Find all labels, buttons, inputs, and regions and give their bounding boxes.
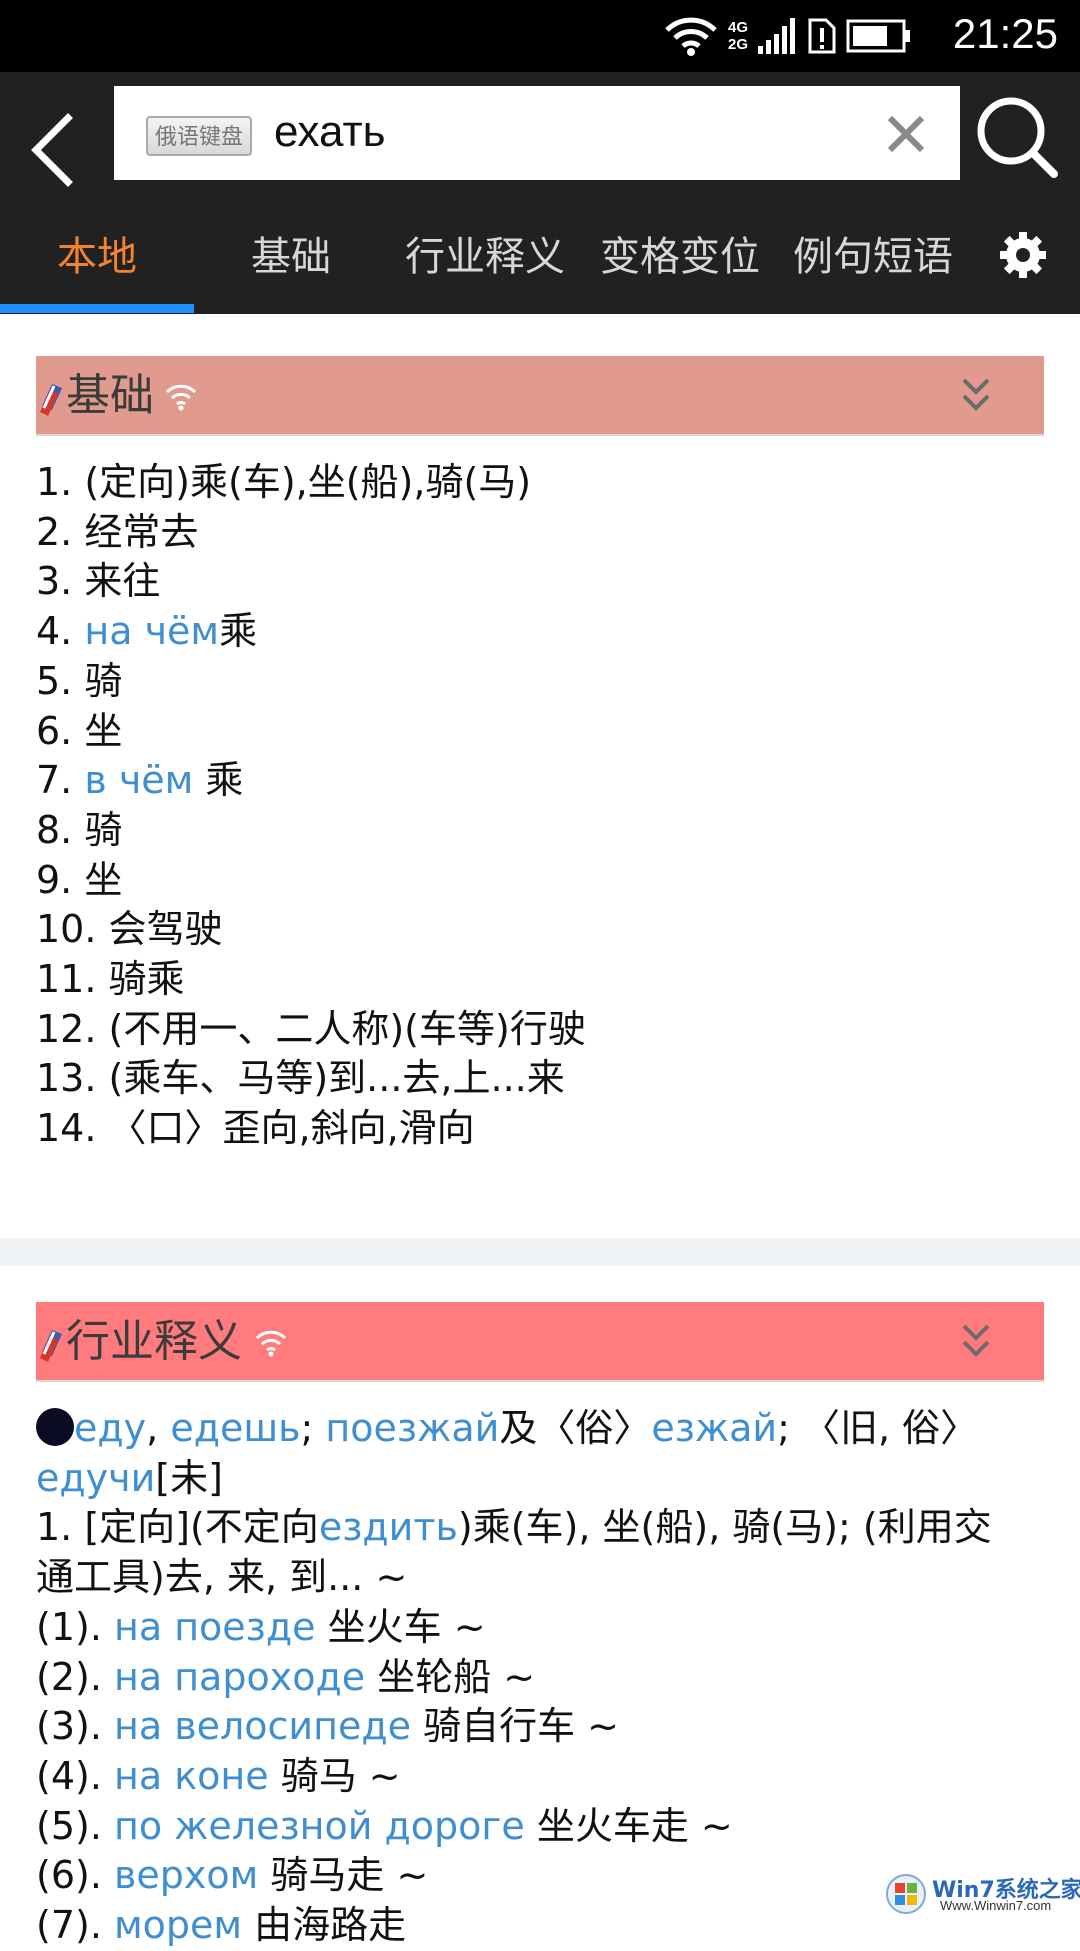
tab-examples[interactable]: 例句短语 <box>776 202 970 312</box>
definition-item: 2. 经常去 <box>36 509 199 554</box>
tab-bar: 本地 基础 行业释义 变格变位 例句短语 <box>0 202 1080 312</box>
online-wifi-icon <box>165 384 197 411</box>
example-item: (2). на пароходе 坐轮船 ~ <box>36 1654 536 1699</box>
definition-item: 7. в чём 乘 <box>36 758 244 803</box>
definition-item: 9. 坐 <box>36 857 123 902</box>
status-time: 21:25 <box>952 10 1058 57</box>
section-basic-title: 基础 <box>66 370 154 421</box>
back-button[interactable] <box>20 100 90 200</box>
russian-example-link[interactable]: верхом <box>114 1853 258 1897</box>
wifi-icon <box>665 17 717 56</box>
search-header: 俄语键盘 ехать 本地 基础 行业释义 变格变位 例句短语 <box>0 72 1080 314</box>
online-wifi-icon <box>255 1330 287 1357</box>
russian-example-link[interactable]: на поезде <box>114 1605 316 1649</box>
conjugation-forms-line: еду, едешь; поезжай及〈俗〉езжай; 〈旧, 俗〉 <box>36 1404 1044 1454</box>
dictionary-flag-icon <box>40 1330 62 1362</box>
definition-line: 1. [定向](不定向ездить)乘(车), 坐(船), 骑(马); (利用交 <box>36 1505 992 1550</box>
watermark-url: Www.Winwin7.com <box>940 1898 1052 1913</box>
back-arrow-icon <box>31 113 73 187</box>
definition-item: 5. 骑 <box>36 658 123 703</box>
search-box[interactable]: 俄语键盘 ехать <box>114 86 960 180</box>
battery-icon <box>846 19 911 53</box>
status-icons: 4G 2G <box>664 12 912 60</box>
basic-definition-list: 1. (定向)乘(车),坐(船),骑(马) 2. 经常去 3. 来往 4. на… <box>36 458 1044 1154</box>
definition-item: 13. (乘车、马等)到...去,上...来 <box>36 1056 565 1101</box>
search-button[interactable] <box>974 94 1060 180</box>
status-bar: 4G 2G 21:25 <box>0 0 1080 72</box>
section-divider <box>0 1238 1080 1266</box>
section-basic: 基础 1. (定向)乘(车),坐(船),骑(马) 2. 经常去 3. 来往 4.… <box>36 356 1044 1154</box>
section-industry: 行业释义 еду, едешь; поезжай及〈俗〉езжай; 〈旧, 俗… <box>36 1302 1044 1951</box>
russian-example-link[interactable]: на пароходе <box>114 1655 365 1699</box>
bullet-icon <box>36 1408 74 1446</box>
settings-button[interactable] <box>998 230 1048 280</box>
definition-item: 11. 骑乘 <box>36 957 185 1002</box>
russian-example-link[interactable]: на велосипеде <box>114 1704 411 1748</box>
russian-form-link[interactable]: поезжай <box>325 1406 499 1450</box>
clear-icon <box>887 115 925 153</box>
aspect-line: едучи[未] <box>36 1455 223 1500</box>
definition-item: 3. 来往 <box>36 559 161 604</box>
section-basic-header[interactable]: 基础 <box>36 356 1044 436</box>
industry-definition: еду, едешь; поезжай及〈俗〉езжай; 〈旧, 俗〉 еду… <box>36 1404 1044 1951</box>
watermark: Win7系统之家 Www.Winwin7.com <box>880 1870 1080 1920</box>
definition-item: 10. 会驾驶 <box>36 907 223 952</box>
windows-logo-icon <box>886 1874 926 1914</box>
russian-form-link[interactable]: едешь <box>170 1406 300 1450</box>
search-icon <box>977 97 1058 178</box>
definition-item: 1. (定向)乘(车),坐(船),骑(马) <box>36 460 532 504</box>
dictionary-flag-icon <box>40 384 62 416</box>
tab-local[interactable]: 本地 <box>0 202 194 312</box>
network-bottom-label: 2G <box>728 36 749 53</box>
definition-item: 14. 〈口〉歪向,斜向,滑向 <box>36 1106 475 1151</box>
network-type: 4G 2G <box>728 19 748 53</box>
search-input[interactable]: ехать <box>274 100 386 164</box>
signal-icon <box>758 18 796 54</box>
russian-form-link[interactable]: езжай <box>651 1406 777 1450</box>
definition-item: 4. на чём乘 <box>36 609 258 654</box>
active-tab-indicator <box>0 304 194 313</box>
network-top-label: 4G <box>728 19 749 36</box>
definition-item: 12. (不用一、二人称)(车等)行驶 <box>36 1006 586 1051</box>
russian-form-link[interactable]: ездить <box>319 1505 458 1549</box>
sim-icon <box>808 18 836 54</box>
russian-phrase-link[interactable]: на чём <box>84 609 219 653</box>
tab-basic[interactable]: 基础 <box>194 202 388 312</box>
russian-example-link[interactable]: по железной дороге <box>114 1804 525 1848</box>
russian-phrase-link[interactable]: в чём <box>84 758 193 802</box>
chevron-double-down-icon[interactable] <box>958 372 994 416</box>
clear-button[interactable] <box>882 110 930 158</box>
tab-industry[interactable]: 行业释义 <box>390 202 580 312</box>
section-industry-header[interactable]: 行业释义 <box>36 1302 1044 1382</box>
definition-line: 通工具)去, 来, 到... ~ <box>36 1555 408 1600</box>
definition-item: 6. 坐 <box>36 708 123 753</box>
russian-form-link[interactable]: едучи <box>36 1456 155 1500</box>
russian-example-link[interactable]: морем <box>114 1903 242 1947</box>
example-item: (1). на поезде 坐火车 ~ <box>36 1604 486 1649</box>
chevron-double-down-icon[interactable] <box>958 1318 994 1362</box>
tab-declension[interactable]: 变格变位 <box>582 202 778 312</box>
russian-form-link[interactable]: еду <box>74 1406 146 1450</box>
russian-example-link[interactable]: на коне <box>114 1754 269 1798</box>
example-item: (4). на коне 骑马 ~ <box>36 1753 401 1798</box>
example-item: (5). по железной дороге 坐火车走 ~ <box>36 1803 733 1848</box>
gear-icon <box>1000 232 1046 278</box>
example-item: (3). на велосипеде 骑自行车 ~ <box>36 1704 619 1749</box>
russian-keyboard-button[interactable]: 俄语键盘 <box>146 116 252 156</box>
definition-item: 8. 骑 <box>36 807 123 852</box>
section-industry-title: 行业释义 <box>66 1316 242 1367</box>
